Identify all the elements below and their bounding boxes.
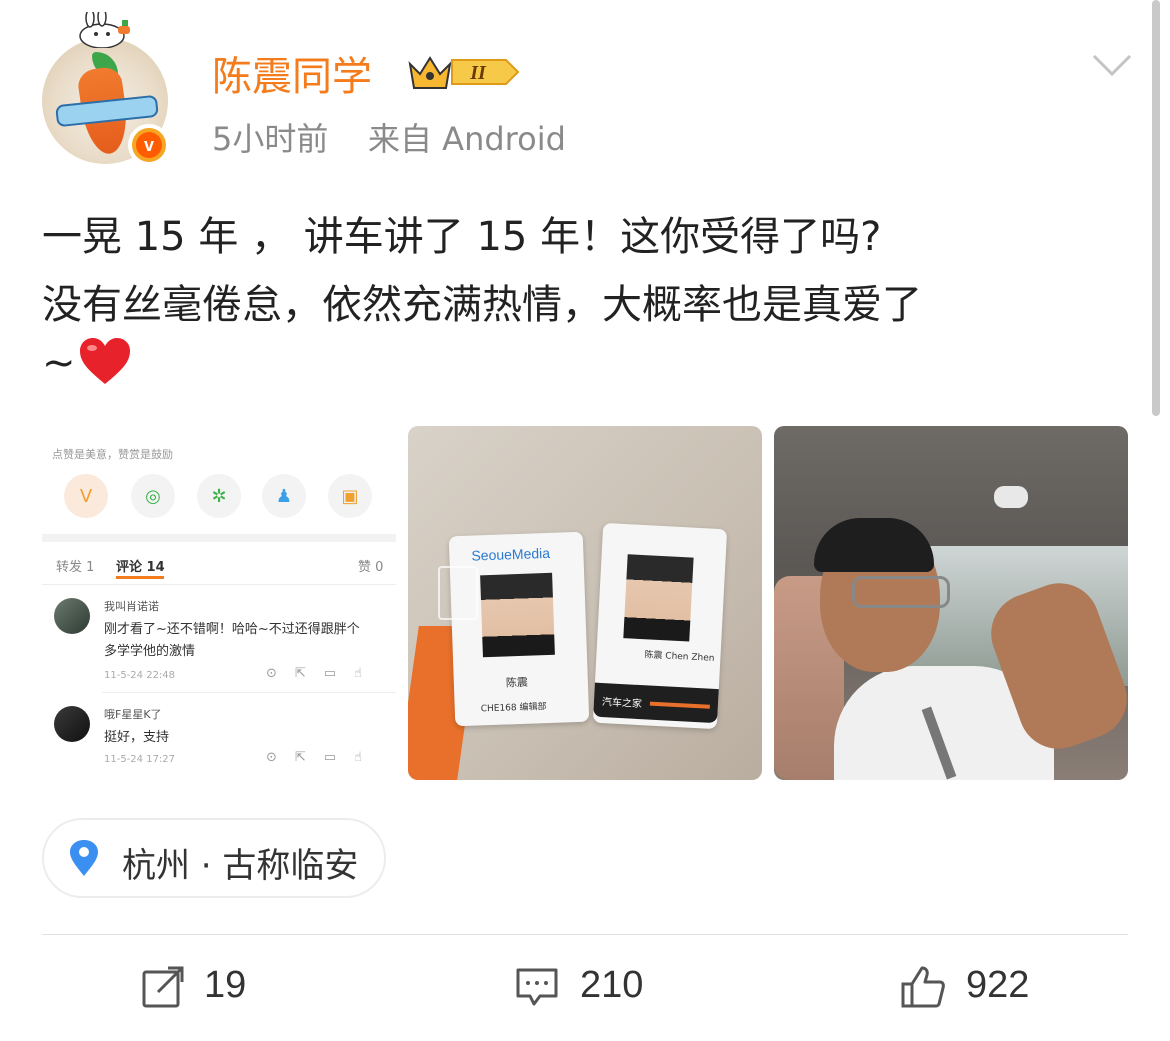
badge-photo: [623, 554, 694, 642]
location-pin-icon: [70, 840, 98, 876]
tab-comments: 评论 14: [116, 560, 165, 575]
repost-count[interactable]: 19: [204, 964, 246, 1007]
car-light: [994, 486, 1028, 508]
badge-card-2: 陈震 Chen Zhen 汽车之家: [592, 522, 728, 730]
tab-underline: [116, 576, 164, 579]
scrollbar[interactable]: [1152, 0, 1160, 416]
post-text-line: 一晃 15 年 ， 讲车讲了 15 年！这你受得了吗?: [42, 214, 882, 260]
like-icon[interactable]: [900, 964, 946, 1010]
comment-avatar: [54, 598, 90, 634]
badge-name: 陈震: [505, 675, 529, 690]
post-text-line: 没有丝毫倦怠，依然充满热情，大概率也是真爱了: [42, 282, 922, 328]
glasses: [852, 576, 950, 608]
badge-footer: 汽车之家: [601, 697, 643, 711]
hair: [814, 518, 934, 572]
qq-icon: ♟: [262, 474, 306, 518]
comment-text: 挺好，支持: [104, 730, 170, 745]
repost-icon[interactable]: [140, 964, 186, 1010]
username[interactable]: 陈震同学: [212, 44, 372, 102]
comment-avatar: [54, 706, 90, 742]
comment-actions-icon: ⊙⇱▭☝: [266, 750, 380, 765]
reward-v-icon: V: [64, 474, 108, 518]
badge-brand: SeoueMedia: [471, 544, 551, 564]
comment-icon[interactable]: [514, 964, 560, 1010]
badge-photo: [480, 572, 555, 658]
moments-icon: ✲: [197, 474, 241, 518]
divider: [42, 934, 1128, 935]
like-count[interactable]: 922: [966, 964, 1029, 1007]
post-image-1[interactable]: 点赞是美意，赞赏是鼓励 V ◎ ✲ ♟ ▣ 转发 1 评论 14 赞 0 我叫肖…: [42, 426, 396, 780]
section-divider: [42, 534, 396, 542]
comment-name: 我叫肖诺诺: [104, 600, 159, 613]
comment-text: 刚才看了~还不错啊！哈哈~不过还得跟胖个: [104, 622, 360, 637]
comment-count[interactable]: 210: [580, 964, 643, 1007]
badge-name: 陈震 Chen Zhen: [644, 650, 715, 664]
bunny-decoration-icon: [79, 12, 130, 48]
tab-repost: 转发 1: [56, 560, 95, 575]
post-time: 5小时前: [212, 120, 329, 158]
post-image-3[interactable]: [774, 426, 1128, 780]
location-text[interactable]: 杭州 · 古称临安: [122, 838, 358, 887]
post-image-2[interactable]: SeoueMedia 陈震 CHE168 编辑部 陈震 Chen Zhen 汽车…: [408, 426, 762, 780]
comment-text: 多学学他的激情: [104, 644, 196, 659]
comment-date: 11-5-24 22:48: [104, 670, 176, 681]
svg-text:II: II: [469, 62, 487, 84]
reward-hint: 点赞是美意，赞赏是鼓励: [52, 448, 173, 461]
comment-name: 哦F星星K了: [104, 708, 162, 721]
verified-badge-icon: v: [128, 124, 170, 166]
chevron-down-icon[interactable]: [1090, 50, 1134, 80]
badge-card-1: SeoueMedia 陈震 CHE168 编辑部: [448, 531, 590, 727]
tab-likes: 赞 0: [358, 560, 384, 575]
post-text-line: ~: [42, 340, 76, 386]
comment-date: 11-5-24 17:27: [104, 754, 176, 765]
save-image-icon: ▣: [328, 474, 372, 518]
post-source: 来自 Android: [368, 120, 566, 158]
wechat-icon: ◎: [131, 474, 175, 518]
badge-holder: [438, 566, 478, 620]
member-crown-icon[interactable]: II: [406, 50, 522, 92]
badge-footer: CHE168 编辑部: [480, 702, 547, 715]
heart-emoji-icon: [80, 338, 130, 384]
comment-actions-icon: ⊙⇱▭☝: [266, 666, 380, 681]
